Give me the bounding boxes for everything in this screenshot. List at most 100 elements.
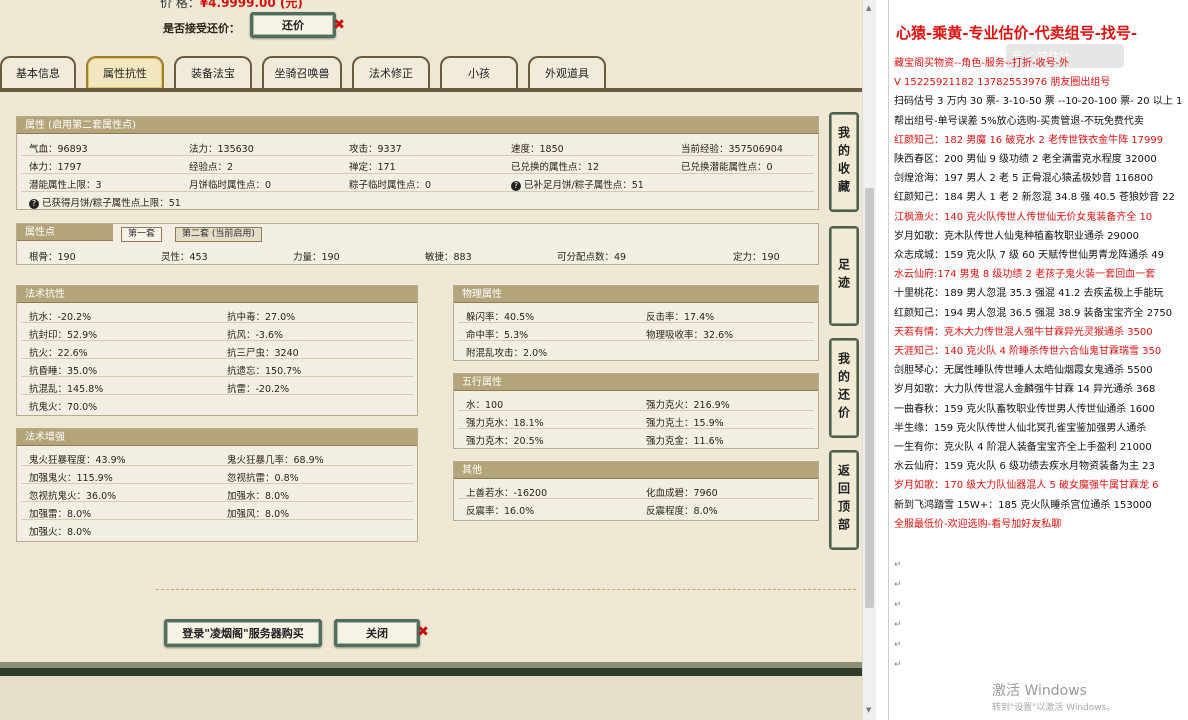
tab-spell-correction[interactable]: 法术修正 [352,56,430,88]
document-line: 新到飞鸿踏雪 15W+：185 克火队睡杀宫位通杀 153000 [894,499,1152,511]
login-server-buy-button[interactable]: 登录"凌烟阁"服务器购买 [164,619,322,647]
document-line: 天涯知己：140 克火队 4 阶睡杀传世六合仙鬼甘霖瑞雪 350 [894,346,1162,357]
element-cell: 强力克土：15.9% [646,418,724,429]
attribute-points-section: 属性点 第一套 第二套 (当前启用) 根骨：190 灵性：453 力量：190 … [16,223,819,265]
attr-cell: 体力：1797 [29,162,82,173]
windows-activation-subtitle: 转到"设置"以激活 Windows。 [992,703,1116,713]
tab-divider [0,88,862,92]
close-button[interactable]: 关闭 ✖ [334,619,429,647]
help-icon[interactable]: ? [511,181,521,191]
resist-cell: 抗鬼火：70.0% [29,402,98,413]
enhance-cell: 忽视抗雷：0.8% [227,473,299,484]
physical-cell: 躲闪率：40.5% [466,312,535,323]
resist-cell: 抗混乱：145.8% [29,384,104,395]
tab-child[interactable]: 小孩 [440,56,518,88]
paragraph-mark: ↵ [894,600,902,610]
enhance-cell: 鬼火狂暴几率：68.9% [227,455,324,466]
subtab-first-set[interactable]: 第一套 [121,227,163,242]
counter-offer-button[interactable]: 还价 ✖ [250,12,345,38]
tab-attributes-resistance[interactable]: 属性抗性 [86,56,164,88]
tab-mounts-summons[interactable]: 坐骑召唤兽 [262,56,342,88]
row-divider [21,322,413,323]
attr-cell: 潜能属性上限：3 [29,180,102,191]
other-header: 其他 [454,462,818,479]
enhance-cell: 加强水：8.0% [227,491,290,502]
document-line: 红颜知己：184 男人 1 老 2 新忽混 34.8 强 40.5 苍狼妙音 2… [894,192,1175,204]
close-x-icon: ✖ [333,17,345,33]
vertical-scrollbar[interactable]: ▲ ▼ [862,0,876,720]
side-button-label: 足迹 [836,258,851,294]
attr-cell: 已兑换的属性点：12 [511,162,600,173]
attr-cell: 攻击：9337 [349,144,402,155]
document-line: 一曲春秋：159 克火队畜牧职业传世男人传世仙通杀 1600 [894,403,1155,415]
dashed-divider [156,589,856,590]
element-cell: 强力克木：20.5% [466,436,544,447]
my-counter-offers-button[interactable]: 我的还价 [829,338,859,438]
price-label: 价 格： [160,0,200,10]
side-button-label: 我的还价 [836,352,851,424]
windows-activation-title: 激活 Windows [992,683,1087,699]
tab-appearance-items[interactable]: 外观道具 [528,56,606,88]
attributes-header: 属性 (启用第二套属性点) [17,117,818,134]
row-divider [21,483,413,484]
points-cell: 力量：190 [293,252,340,263]
attr-cell-text: 已补足月饼/粽子属性点：51 [524,180,644,191]
attr-footnote: ? 已获得月饼/粽子属性点上限：51 [29,195,181,209]
back-to-top-button[interactable]: 返回顶部 [829,450,859,550]
tab-basic-info[interactable]: 基本信息 [0,56,76,88]
document-line: 藏宝阁买物资--角色-服务--打折-收号-外 [894,58,1070,69]
document-line: 半生缘：159 克火队传世人仙北冥孔雀宝鉴加强男人通杀 [894,422,1147,434]
resist-cell: 抗三尸虫：3240 [227,348,299,359]
document-line: 剑煌沧海：197 男人 2 老 5 正骨混心猿孟极妙音 116800 [894,173,1154,185]
attr-cell: ? 已补足月饼/粽子属性点：51 [511,177,644,191]
help-icon[interactable]: ? [29,199,39,209]
document-panel: 心猿-乘黄-专业估价-代卖组号-找号- 号 心猿估计 藏宝阁买物资--角色-服务… [876,0,1188,720]
scroll-up-icon[interactable]: ▲ [866,4,871,12]
bottom-frame [0,662,862,720]
scroll-thumb[interactable] [865,188,874,608]
counter-offer-label: 还价 [282,19,304,32]
points-cell: 定力：190 [733,252,780,263]
tab-equipment[interactable]: 装备法宝 [174,56,252,88]
row-divider [21,394,413,395]
scroll-down-icon[interactable]: ▼ [866,706,871,714]
physical-cell: 反击率：17.4% [646,312,715,323]
attr-cell: 速度：1850 [511,144,564,155]
row-divider [458,322,814,323]
document-line: 红颜知己：194 男人忽混 36.5 强混 38.9 装备宝宝齐全 2750 [894,307,1173,319]
paragraph-mark: ↵ [894,640,902,650]
resist-cell: 抗中毒：27.0% [227,312,296,323]
game-trade-panel: 价 格：¥4.9999.00 (元) 是否接受还价： 还价 ✖ 基本信息 属性抗… [0,0,862,720]
my-favorites-button[interactable]: 我的收藏 [829,112,859,212]
points-header: 属性点 [17,224,113,241]
attr-cell: 法力：135630 [189,144,254,155]
accept-counter-label: 是否接受还价： [163,22,240,35]
physical-cell: 物理吸收率：32.6% [646,330,734,341]
row-divider [458,498,814,499]
attributes-section: 属性 (启用第二套属性点) 气血：96893 法力：135630 攻击：9337… [16,116,819,210]
row-divider [458,340,814,341]
enhancement-header: 法术增强 [17,429,417,446]
resist-cell: 抗昏睡：35.0% [29,366,98,377]
document-line: 岁月如歌：170 级大力队仙器混人 5 破女魔强牛属甘霖龙 6 [894,480,1159,492]
five-elements-section: 五行属性 水：100 强力克火：216.9% 强力克水：18.1% 强力克土：1… [453,373,819,449]
row-divider [21,173,814,174]
footprints-button[interactable]: 足迹 [829,226,859,326]
document-line: 岁月如歌：大力队传世混人金麟强牛甘霖 14 异光通杀 368 [894,384,1156,396]
top-bar: 价 格：¥4.9999.00 (元) 是否接受还价： 还价 ✖ [0,0,862,44]
row-divider [21,501,413,502]
margin-line [888,0,889,720]
points-cell: 敏捷：883 [425,252,472,263]
subtab-second-set[interactable]: 第二套 (当前启用) [175,227,262,242]
resistance-header: 法术抗性 [17,286,417,303]
enhance-cell: 忽视抗鬼火：36.0% [29,491,117,502]
row-divider [21,376,413,377]
paragraph-mark: ↵ [894,560,902,570]
resist-cell: 抗封印：52.9% [29,330,98,341]
row-divider [21,340,413,341]
physical-cell: 附混乱攻击：2.0% [466,348,548,359]
row-divider [21,358,413,359]
side-button-label: 返回顶部 [836,464,851,536]
points-cell: 可分配点数：49 [557,252,627,263]
paragraph-mark: ↵ [894,620,902,630]
